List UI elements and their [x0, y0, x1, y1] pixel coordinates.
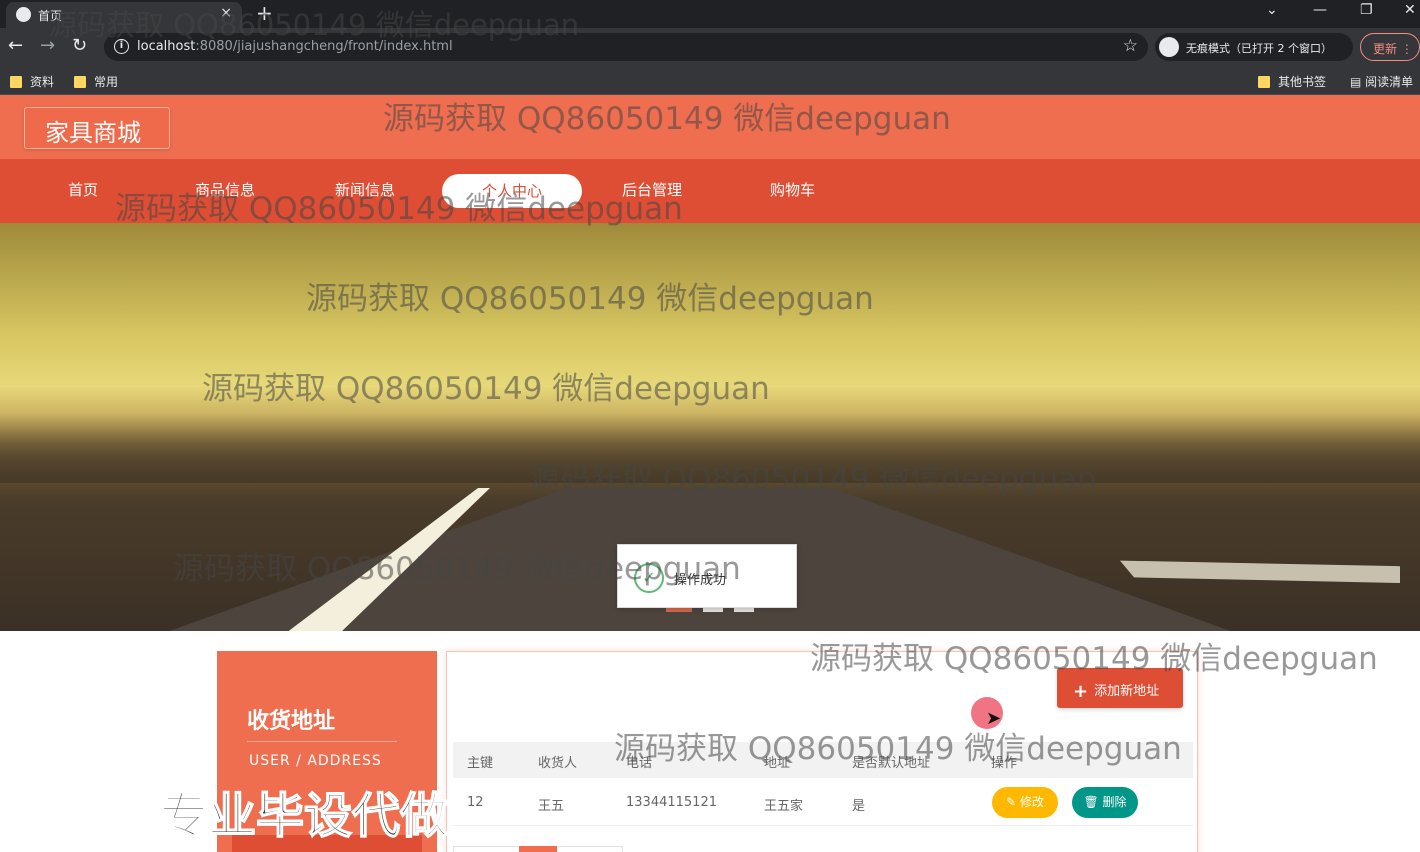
plus-icon: + [1073, 681, 1089, 702]
site-header: 家具商城 首页 商品信息 新闻信息 个人中心 后台管理 购物车 [0, 95, 1420, 223]
address-bar[interactable]: i localhost:8080/jiajushangcheng/front/i… [104, 33, 1148, 61]
cell-phone: 13344115121 [626, 795, 717, 810]
nav-admin[interactable]: 后台管理 [622, 179, 682, 200]
nav-news[interactable]: 新闻信息 [335, 179, 395, 200]
new-tab-button[interactable]: + [256, 1, 273, 25]
bookmark-folder[interactable]: 资料 [10, 73, 54, 90]
tab-title: 首页 [38, 9, 63, 23]
bookmarks-bar: 资料 常用 其他书签 ▤ 阅读清单 [0, 66, 1420, 95]
tab-close-button[interactable]: × [220, 5, 232, 21]
bookmark-folder[interactable]: 常用 [74, 73, 118, 90]
tab-search-icon[interactable]: ⌄ [1266, 2, 1278, 18]
incognito-indicator[interactable]: 无痕模式（已打开 2 个窗口） [1155, 33, 1353, 61]
url-text: localhost:8080/jiajushangcheng/front/ind… [137, 39, 453, 54]
nav-home[interactable]: 首页 [68, 179, 98, 200]
sidebar-divider [247, 741, 397, 742]
success-icon: ✓ [634, 563, 664, 593]
mouse-cursor-icon: ➤ [986, 708, 1002, 729]
forward-icon[interactable]: → [40, 35, 55, 56]
banner-road-edge [1120, 560, 1400, 583]
folder-icon [74, 76, 86, 88]
site-logo[interactable]: 家具商城 [24, 107, 170, 149]
logo-text: 家具商城 [45, 119, 141, 147]
reload-icon[interactable]: ↻ [72, 35, 87, 56]
delete-button[interactable]: 🗑 删除 [1072, 787, 1138, 818]
update-button[interactable]: 更新 ⋮ [1360, 33, 1420, 61]
pagination [453, 846, 623, 852]
minimize-icon[interactable]: — [1313, 2, 1327, 18]
folder-icon [1258, 76, 1270, 88]
add-address-button[interactable]: + 添加新地址 [1057, 668, 1183, 708]
nav-user-center[interactable]: 个人中心 [442, 174, 582, 208]
nav-products[interactable]: 商品信息 [195, 179, 255, 200]
address-panel: + 添加新地址 主键 收货人 电话 地址 是否默认地址 操作 12 王五 1334… [446, 651, 1198, 852]
browser-tab[interactable]: 首页 × [6, 2, 242, 28]
back-icon[interactable]: ← [8, 35, 23, 56]
info-icon[interactable]: i [114, 39, 129, 54]
reading-list[interactable]: ▤ 阅读清单 [1350, 73, 1413, 90]
column-header: 电话 [626, 756, 653, 771]
globe-icon [16, 7, 31, 22]
banner-hills [0, 413, 1420, 483]
reading-list-icon: ▤ [1350, 75, 1366, 89]
cell-name: 王五 [538, 799, 565, 814]
cell-id: 12 [467, 795, 484, 810]
table-header: 主键 收货人 电话 地址 是否默认地址 操作 [453, 742, 1193, 778]
incognito-icon [1159, 37, 1179, 57]
browser-toolbar: ← → ↻ i localhost:8080/jiajushangcheng/f… [0, 28, 1420, 66]
maximize-icon[interactable]: ❐ [1360, 2, 1373, 18]
main-nav: 首页 商品信息 新闻信息 个人中心 后台管理 购物车 [0, 159, 1420, 223]
bookmark-star-icon[interactable]: ☆ [1123, 36, 1138, 56]
edit-button[interactable]: ✎ 修改 [992, 787, 1058, 818]
trash-icon: 🗑 [1083, 795, 1103, 809]
success-toast: ✓ 操作成功 [617, 544, 797, 608]
close-window-icon[interactable]: ✕ [1404, 2, 1416, 18]
folder-icon [10, 76, 22, 88]
sidebar-subtitle: USER / ADDRESS [249, 753, 382, 769]
column-header: 收货人 [538, 756, 578, 771]
column-header: 操作 [991, 756, 1018, 771]
table-row: 12 王五 13344115121 王五家 是 ✎ 修改 🗑 删除 [453, 780, 1193, 826]
other-bookmarks[interactable]: 其他书签 [1258, 73, 1326, 90]
pagination-current[interactable] [519, 846, 557, 852]
watermark-large: 专业毕设代做 [159, 787, 449, 845]
column-header: 是否默认地址 [852, 756, 931, 771]
column-header: 地址 [764, 756, 791, 771]
incognito-label: 无痕模式（已打开 2 个窗口） [1186, 42, 1332, 55]
browser-tab-bar: 首页 × + ⌄ — ❐ ✕ [0, 0, 1420, 28]
cell-address: 王五家 [764, 799, 804, 814]
toast-message: 操作成功 [674, 573, 727, 588]
sidebar-title: 收货地址 [247, 709, 336, 734]
column-header: 主键 [467, 756, 494, 771]
pencil-icon: ✎ [1006, 795, 1020, 809]
cell-default: 是 [852, 799, 866, 814]
nav-cart[interactable]: 购物车 [770, 179, 815, 200]
